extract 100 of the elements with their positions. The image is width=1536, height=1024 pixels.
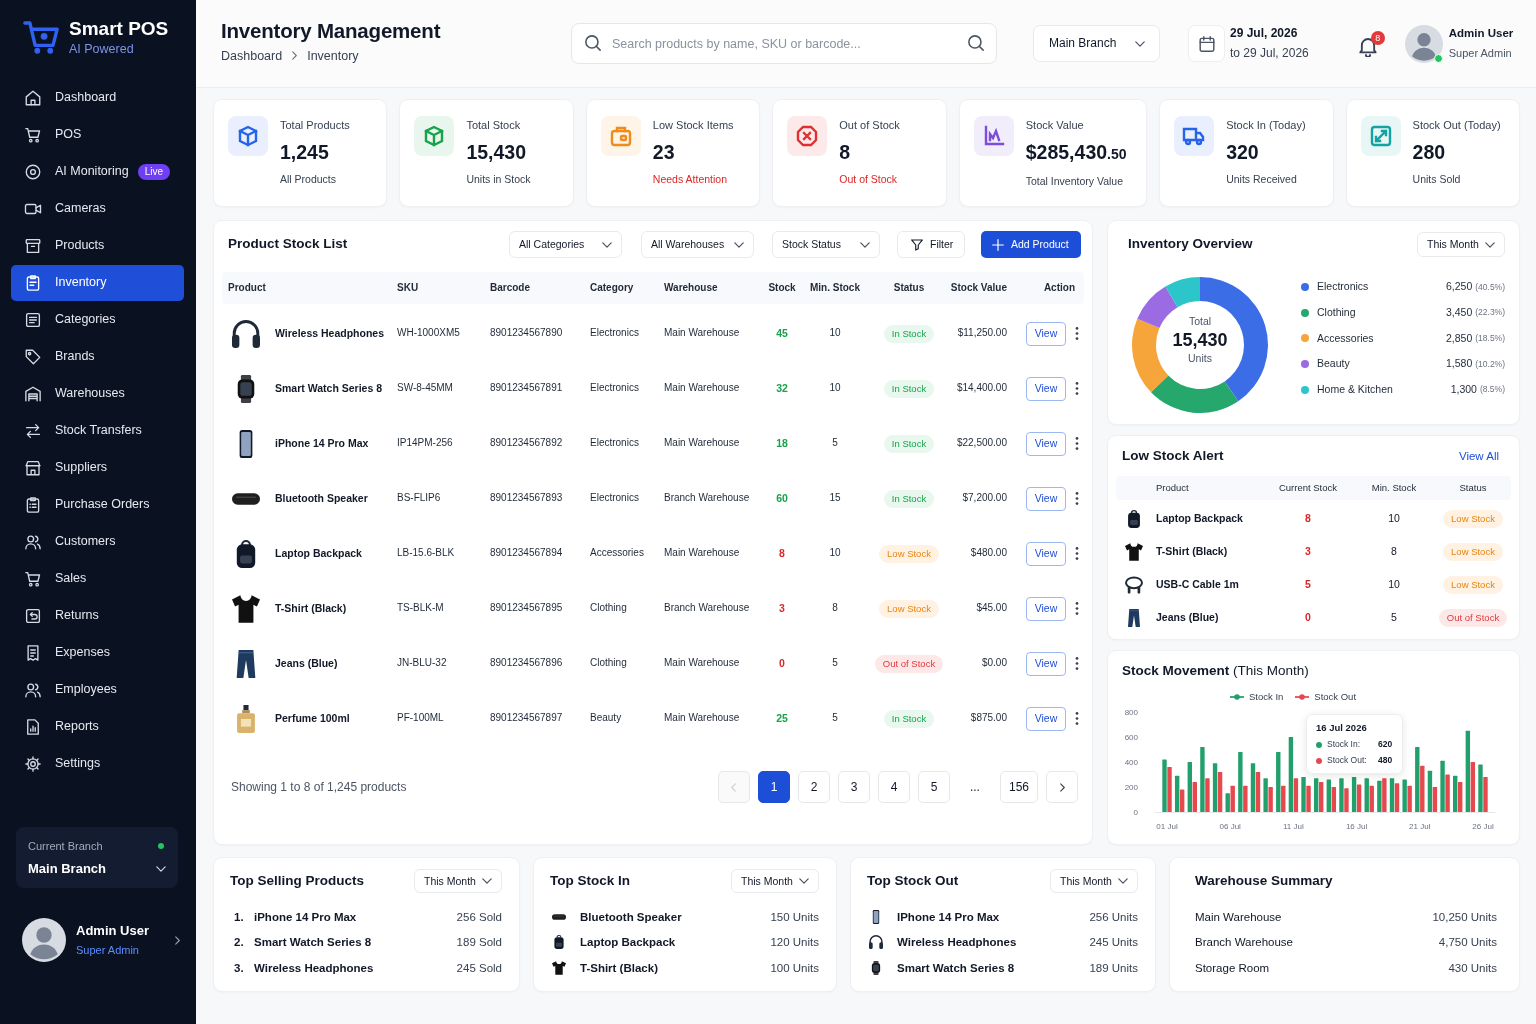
breadcrumb-link[interactable]: Dashboard xyxy=(221,47,283,64)
column-header: Stock xyxy=(768,281,796,295)
more-options-icon[interactable] xyxy=(1075,382,1079,395)
nav-item[interactable]: Suppliers xyxy=(11,450,184,486)
column-header: Min. Stock xyxy=(1371,482,1417,494)
nav-item[interactable]: Reports xyxy=(11,709,184,745)
user-avatar[interactable] xyxy=(1404,24,1443,63)
status-badge: In Stock xyxy=(883,709,935,728)
nav-item[interactable]: Dashboard xyxy=(11,80,184,116)
view-button[interactable]: View xyxy=(1026,596,1066,621)
period-dropdown[interactable]: This Month xyxy=(1050,869,1138,893)
period-dropdown[interactable]: This Month xyxy=(414,869,502,893)
calendar-icon xyxy=(1198,35,1215,52)
cube-icon xyxy=(228,116,268,156)
checklist-icon xyxy=(24,496,42,514)
nav-item[interactable]: POS xyxy=(11,117,184,153)
view-button[interactable]: View xyxy=(1026,431,1066,456)
view-button[interactable]: View xyxy=(1026,706,1066,731)
stock-out-bar xyxy=(1344,788,1349,812)
view-button[interactable]: View xyxy=(1026,651,1066,676)
nav-item[interactable]: Customers xyxy=(11,524,184,560)
status-badge: Low Stock xyxy=(1443,542,1503,561)
period-dropdown[interactable]: This Month xyxy=(1417,232,1505,257)
nav-item[interactable]: AI Monitoring Live xyxy=(11,154,184,190)
more-options-icon[interactable] xyxy=(1075,327,1079,340)
user-name: Admin User xyxy=(1448,26,1514,41)
calendar-button[interactable] xyxy=(1188,25,1225,62)
nav-item[interactable]: Products xyxy=(11,228,184,264)
nav-item[interactable]: Inventory xyxy=(11,265,184,301)
filter-dropdown[interactable]: All Categories xyxy=(509,231,622,258)
notifications-button[interactable]: 8 xyxy=(1358,30,1385,57)
page-button[interactable]: 5 xyxy=(917,771,950,803)
legend-value: 1,300 xyxy=(1450,383,1477,397)
stock-out-bar xyxy=(1407,785,1412,812)
stock-in-bar xyxy=(1314,778,1319,812)
store-icon xyxy=(24,459,42,477)
min-stock-cell: 15 xyxy=(829,492,841,505)
view-all-link[interactable]: View All xyxy=(1458,448,1499,464)
units-count: 189 Sold xyxy=(456,935,502,950)
chevron-right-icon xyxy=(292,51,298,60)
stock-out-bar xyxy=(1470,762,1476,812)
legend-value: 3,450 xyxy=(1445,305,1473,320)
chevron-down-icon xyxy=(602,241,612,248)
view-button[interactable]: View xyxy=(1026,541,1066,566)
nav-item[interactable]: Expenses xyxy=(11,635,184,671)
stock-value-cell-text: $480.00 xyxy=(970,547,1008,560)
nav-item[interactable]: Cameras xyxy=(11,191,184,227)
nav-item[interactable]: Sales xyxy=(11,561,184,597)
nav-item[interactable]: Returns xyxy=(11,598,184,634)
smartwatch-icon xyxy=(869,960,883,975)
search-field[interactable]: Search products by name, SKU or barcode... xyxy=(571,23,997,64)
tooltip-date: 16 Jul 2026 xyxy=(1316,722,1368,734)
stock-out-bar xyxy=(1268,787,1273,812)
nav-item[interactable]: Stock Transfers xyxy=(11,413,184,449)
column-header: Action xyxy=(1043,281,1076,295)
pagination-summary: Showing 1 to 8 of 1,245 products xyxy=(231,779,408,795)
nav-item[interactable]: Employees xyxy=(11,672,184,708)
column-header: Barcode xyxy=(490,281,531,295)
stock-out-bar xyxy=(1369,785,1374,812)
page-button[interactable]: 2 xyxy=(797,771,830,803)
nav-item[interactable]: Settings xyxy=(11,746,184,782)
filter-button[interactable]: Filter xyxy=(897,231,965,258)
backpack-icon xyxy=(1125,509,1143,528)
nav-item[interactable]: Warehouses xyxy=(11,376,184,412)
add-product-button[interactable]: Add Product xyxy=(981,231,1081,258)
plus-icon xyxy=(992,238,1004,251)
more-options-icon[interactable] xyxy=(1075,547,1079,560)
page-button[interactable]: 4 xyxy=(877,771,910,803)
x-axis-label: 26 Jul xyxy=(1472,822,1494,831)
filter-dropdown[interactable]: Stock Status xyxy=(772,231,880,258)
view-button[interactable]: View xyxy=(1026,486,1066,511)
nav-item[interactable]: Categories xyxy=(11,302,184,338)
brand-name: Smart POS xyxy=(69,17,169,40)
legend-label: Accessories xyxy=(1317,331,1375,345)
units-count: 245 Units xyxy=(1089,935,1138,950)
filter-dropdown[interactable]: All Warehouses xyxy=(641,231,754,258)
page-button[interactable]: 1 xyxy=(757,771,790,803)
stat-value: 280 xyxy=(1412,140,1446,164)
search-icon[interactable] xyxy=(968,35,984,51)
branch-card[interactable]: Current Branch Main Branch xyxy=(16,827,178,888)
chevron-right-icon[interactable] xyxy=(175,935,180,945)
branch-select[interactable]: Main Branch xyxy=(1033,25,1160,62)
view-button[interactable]: View xyxy=(1026,321,1066,346)
min-stock-cell: 5 xyxy=(832,712,838,725)
period-dropdown[interactable]: This Month xyxy=(731,869,819,893)
page-button[interactable]: 3 xyxy=(837,771,870,803)
more-options-icon[interactable] xyxy=(1075,712,1079,725)
more-options-icon[interactable] xyxy=(1075,437,1079,450)
rank-number: 2. xyxy=(234,935,245,950)
nav-item[interactable]: Brands xyxy=(11,339,184,375)
x-axis-label: 11 Jul xyxy=(1283,822,1304,831)
more-options-icon[interactable] xyxy=(1075,657,1079,670)
more-options-icon[interactable] xyxy=(1075,602,1079,615)
view-button[interactable]: View xyxy=(1026,376,1066,401)
users-icon xyxy=(24,533,42,551)
page-button[interactable]: 156 xyxy=(999,771,1038,803)
more-options-icon[interactable] xyxy=(1075,492,1079,505)
nav-item[interactable]: Purchase Orders xyxy=(11,487,184,523)
panel-title: Stock Movement (This Month) xyxy=(1122,662,1310,680)
donut-unit: Units xyxy=(1188,352,1212,365)
